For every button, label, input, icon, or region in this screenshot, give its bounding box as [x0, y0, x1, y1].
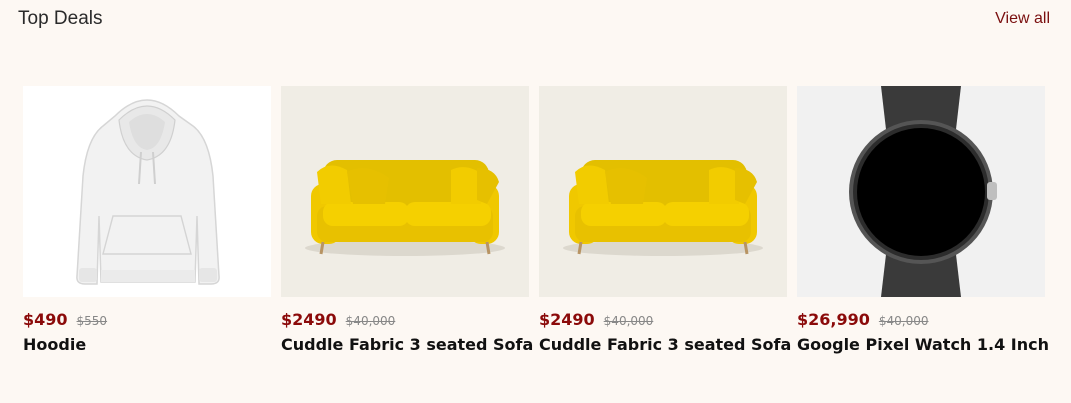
- product-old-price: $40,000: [345, 314, 396, 328]
- product-price: $2490: [281, 310, 337, 329]
- product-image-sofa[interactable]: [281, 86, 529, 297]
- product-card[interactable]: $490 $550 Hoodie: [23, 86, 271, 354]
- sofa-image: [305, 160, 505, 256]
- price-row: $490 $550: [23, 310, 271, 330]
- price-row: $2490 $40,000: [281, 310, 529, 330]
- sofa-image: [563, 160, 763, 256]
- product-card[interactable]: $2490 $40,000 Cuddle Fabric 3 seated Sof…: [539, 86, 791, 354]
- product-old-price: $40,000: [603, 314, 654, 328]
- price-row: $2490 $40,000: [539, 310, 787, 330]
- hoodie-image: [76, 99, 220, 285]
- product-title[interactable]: Cuddle Fabric 3 seated Sofa: [281, 335, 533, 354]
- smartwatch-image: [849, 86, 997, 297]
- product-card[interactable]: $26,990 $40,000 Google Pixel Watch 1.4 I…: [797, 86, 1049, 354]
- product-price: $26,990: [797, 310, 870, 329]
- product-old-price: $550: [76, 314, 108, 328]
- section-title: Top Deals: [18, 8, 103, 29]
- product-price: $490: [23, 310, 68, 329]
- product-title[interactable]: Google Pixel Watch 1.4 Inch: [797, 335, 1049, 354]
- product-image-watch[interactable]: [797, 86, 1045, 297]
- product-price: $2490: [539, 310, 595, 329]
- section-header: Top Deals View all: [18, 6, 1050, 32]
- product-old-price: $40,000: [878, 314, 929, 328]
- product-title[interactable]: Hoodie: [23, 335, 271, 354]
- product-image-sofa[interactable]: [539, 86, 787, 297]
- price-row: $26,990 $40,000: [797, 310, 1045, 330]
- product-card[interactable]: $2490 $40,000 Cuddle Fabric 3 seated Sof…: [281, 86, 533, 354]
- product-image-hoodie[interactable]: [23, 86, 271, 297]
- view-all-link[interactable]: View all: [995, 10, 1050, 28]
- product-title[interactable]: Cuddle Fabric 3 seated Sofa: [539, 335, 791, 354]
